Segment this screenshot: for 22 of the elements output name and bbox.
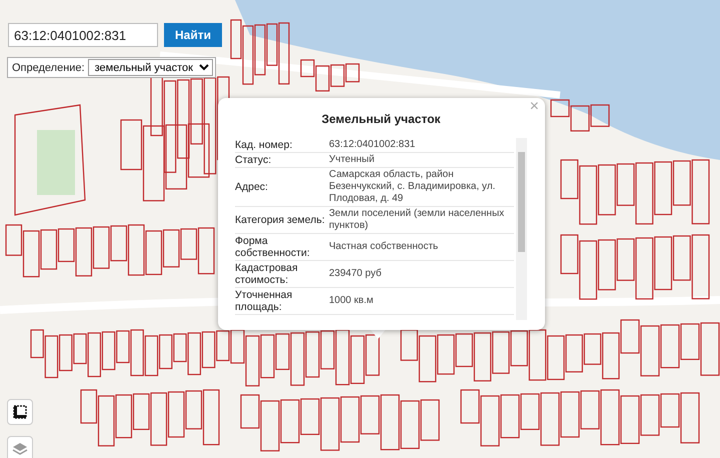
definition-label: Определение: (12, 62, 85, 74)
field-value: 1000 кв.м (329, 295, 374, 307)
cadastral-number-field[interactable]: 63:12:0401002:831 (8, 23, 158, 47)
field-label: Кад. номер: (235, 139, 294, 151)
field-label: Статус: (235, 154, 272, 166)
field-label: Категория земель: (235, 214, 326, 226)
field-value: Частная собственность (329, 241, 440, 253)
field-label: Кадастровая стоимость: (235, 262, 299, 286)
field-value: Земли поселений (земли населенных пунктов) (329, 208, 506, 232)
field-value: Самарская область, район Безенчукский, с. Владимировка, ул. Плодовая, д. 49 (329, 169, 496, 205)
definition-dropdown[interactable]: земельный участок (88, 59, 213, 76)
frame-icon[interactable] (7, 399, 33, 425)
field-label: Адрес: (235, 181, 269, 193)
field-label: Уточненная площадь: (235, 289, 294, 313)
layers-icon[interactable] (7, 436, 33, 458)
field-value: 63:12:0401002:831 (329, 139, 416, 151)
scrollbar[interactable] (516, 138, 527, 320)
field-value: Учтенный (329, 154, 376, 166)
search-button[interactable]: Найти (164, 23, 222, 47)
field-value: 239470 руб (329, 268, 382, 280)
popup-title: Земельный участок (320, 112, 442, 126)
field-label: Форма собственности: (235, 235, 311, 259)
